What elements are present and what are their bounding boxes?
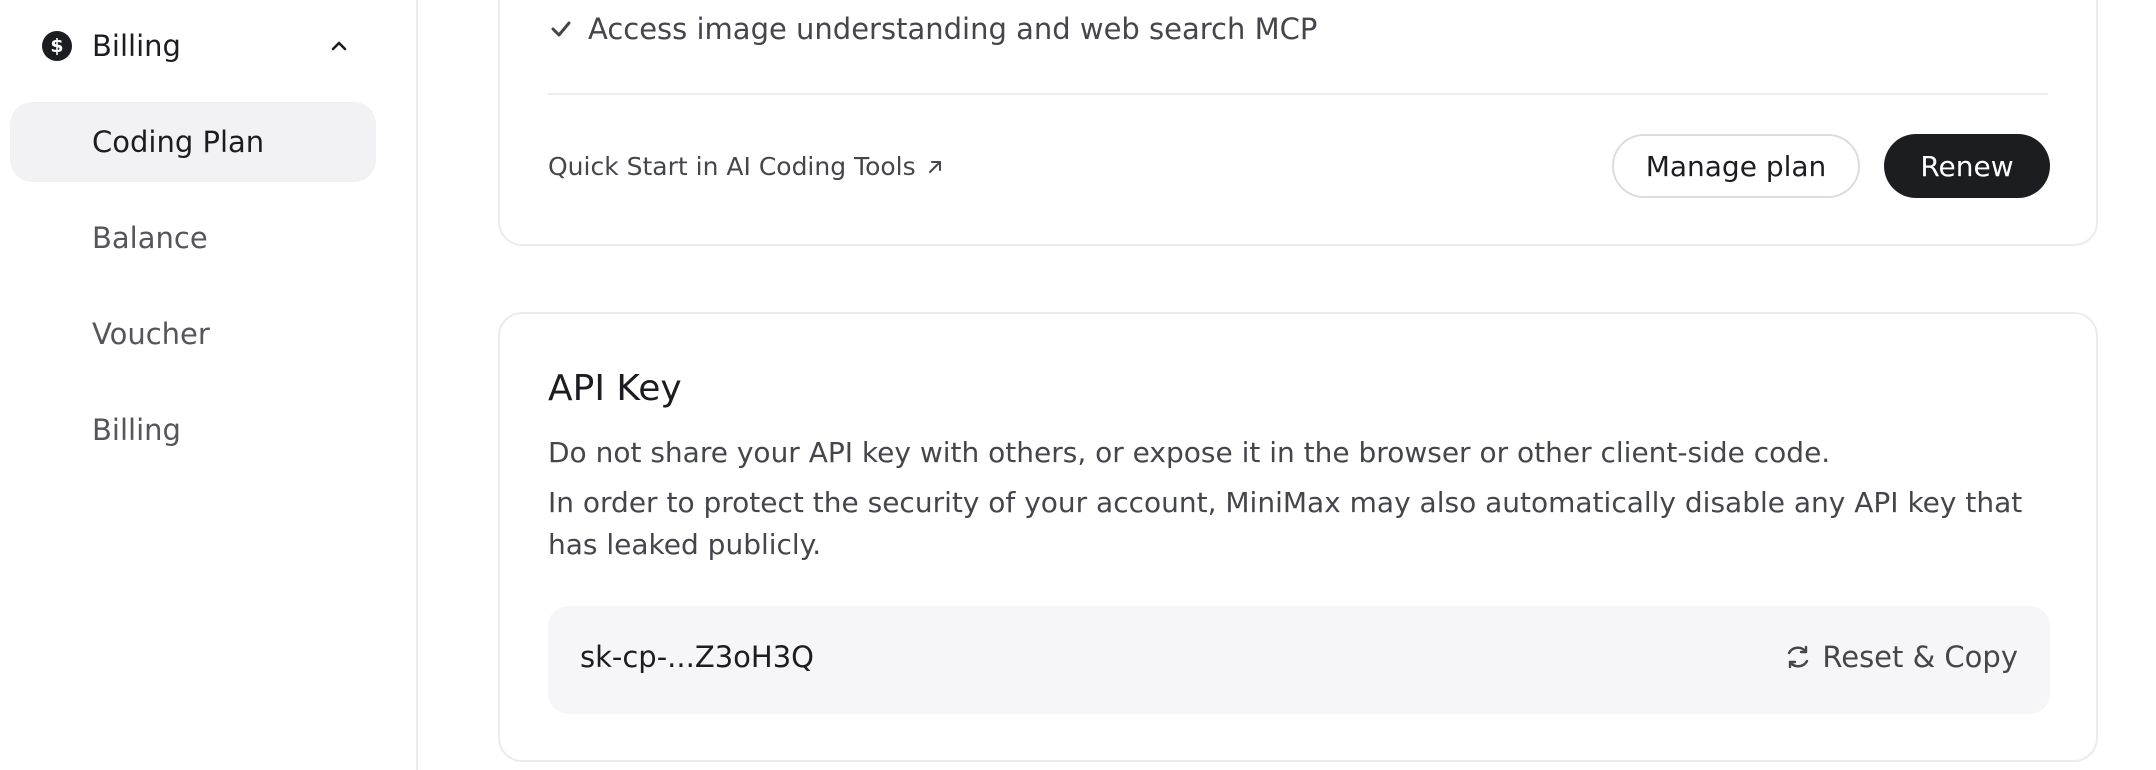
api-key-box: sk-cp-...Z3oH3Q Reset & Copy [548,606,2050,714]
quick-start-label: Quick Start in AI Coding Tools [548,152,916,181]
api-key-security-note: In order to protect the security of your… [548,486,2023,561]
api-key-title: API Key [548,368,682,409]
renew-button[interactable]: Renew [1884,134,2050,198]
feature-text: Access image understanding and web searc… [588,12,1318,46]
sidebar-item-coding-plan[interactable]: Coding Plan [10,102,376,182]
api-key-card: API Key Do not share your API key with o… [498,312,2098,762]
chevron-up-icon[interactable] [324,34,354,58]
api-key-value: sk-cp-...Z3oH3Q [580,640,814,674]
reset-copy-button[interactable]: Reset & Copy [1784,640,2018,674]
api-key-description: Do not share your API key with others, o… [548,436,1831,469]
billing-section-toggle[interactable]: $ Billing [42,28,347,64]
plan-card: Access image understanding and web searc… [498,0,2098,246]
check-icon [551,21,571,37]
dollar-coin-icon: $ [42,31,72,61]
manage-plan-button[interactable]: Manage plan [1612,134,1860,198]
quick-start-link[interactable]: Quick Start in AI Coding Tools [548,152,944,181]
external-arrow-icon [928,160,941,173]
sidebar-item-label: Voucher [92,317,210,351]
section-title: Billing [92,29,181,63]
feature-item: Access image understanding and web searc… [548,12,1317,46]
sidebar: $ Billing Coding Plan Balance Voucher Bi… [0,0,418,770]
sidebar-item-label: Coding Plan [92,125,265,159]
sidebar-item-label: Balance [92,221,208,255]
sidebar-item-billing[interactable]: Billing [10,390,376,470]
refresh-icon [1788,645,1809,669]
divider [548,93,2048,95]
sidebar-item-balance[interactable]: Balance [10,198,376,278]
reset-copy-label: Reset & Copy [1822,640,2018,674]
sidebar-item-voucher[interactable]: Voucher [10,294,376,374]
sidebar-item-label: Billing [92,413,181,447]
